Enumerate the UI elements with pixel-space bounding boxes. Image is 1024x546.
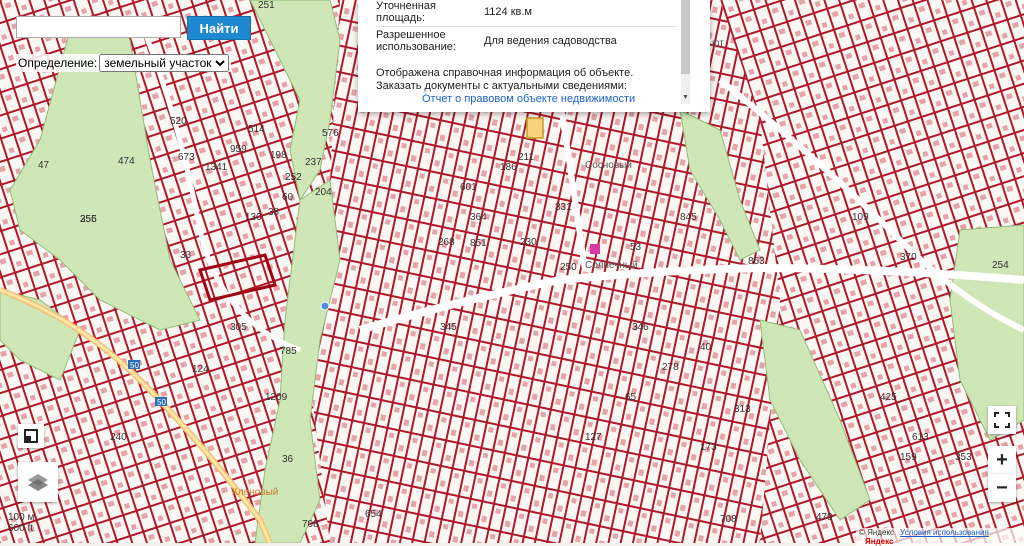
parcel-label: 230	[520, 237, 537, 248]
parcel-label: 40	[700, 342, 712, 353]
parcel-label: 254	[992, 260, 1009, 271]
parcel-label: 33	[180, 250, 192, 261]
area-value: 1124 кв.м	[484, 6, 532, 18]
parcel-label: 345	[440, 322, 457, 333]
scroll-down-arrow-icon[interactable]: ▼	[681, 92, 690, 104]
report-link[interactable]: Отчет о правовом объекте недвижимости	[422, 93, 676, 106]
popup-scroll-thumb[interactable]	[681, 0, 690, 74]
fullscreen-icon	[994, 412, 1010, 428]
selected-parcel	[526, 117, 544, 139]
usage-label: Разрешенное использование:	[376, 26, 484, 55]
parcel-label: 785	[280, 346, 297, 357]
place-label-klenovy: Кленовый	[232, 487, 278, 498]
parcel-label: 278	[662, 362, 679, 373]
copyright-text: © Яндекс	[859, 528, 895, 537]
definition-row: Определение: земельный участок	[16, 54, 232, 72]
parcel-label: 654	[365, 509, 382, 520]
parcel-label: 53	[630, 242, 642, 253]
terms-link[interactable]: Условия использования	[900, 528, 989, 537]
parcel-label: 1341	[205, 162, 228, 173]
road-label-1: 50	[130, 361, 139, 370]
parcel-label: 364	[470, 212, 487, 223]
parcel-label: 124	[192, 364, 209, 375]
object-info-popup: Уточненная площадь: 1124 кв.м Разрешенно…	[358, 0, 710, 112]
parcel-label: 313	[734, 404, 751, 415]
parcel-label: 60	[282, 192, 294, 203]
parcel-label: 240	[110, 432, 127, 443]
parcel-label: 576	[322, 128, 339, 139]
definition-label: Определение:	[18, 56, 98, 70]
parcel-label: 204	[315, 187, 332, 198]
search-input[interactable]	[16, 16, 181, 38]
parcel-label: 47	[38, 160, 50, 171]
popup-row-usage: Разрешенное использование: Для ведения с…	[376, 26, 676, 55]
poi-marker	[320, 301, 330, 311]
parcel-label: 36	[282, 454, 294, 465]
scale-bar: 100 м 600 ft	[8, 512, 34, 534]
info-line-1: Отображена справочная информация об объе…	[376, 67, 634, 79]
parcel-label: 38	[268, 207, 280, 218]
parcel-label: 252	[285, 172, 302, 183]
parcel-label: 863	[748, 256, 765, 267]
parcel-label: 331	[555, 202, 572, 213]
search-button[interactable]: Найти	[187, 16, 251, 40]
parcel-label: 109	[852, 212, 869, 223]
popup-table: Уточненная площадь: 1124 кв.м Разрешенно…	[376, 0, 676, 55]
parcel-label: 601	[460, 182, 477, 193]
parcel-label: 708	[302, 519, 319, 530]
fullscreen-button[interactable]	[988, 406, 1016, 434]
parcel-label: 353	[955, 452, 972, 463]
popup-scrollbar[interactable]: ▼	[681, 0, 690, 104]
parcel-label: 198	[270, 150, 287, 161]
info-line-2: Заказать документы с актуальными сведени…	[376, 80, 627, 92]
definition-select[interactable]: земельный участок	[99, 54, 230, 72]
parcel-label: 514	[248, 124, 265, 135]
ruler-icon	[24, 429, 38, 443]
parcel-label: 1209	[265, 392, 288, 403]
parcel-label: 159	[900, 452, 917, 463]
parcel-label: 708	[720, 514, 737, 525]
area-label: Уточненная площадь:	[376, 0, 436, 24]
scale-label-small: 100 м	[8, 512, 35, 523]
parcel-label: 673	[178, 152, 195, 163]
place-label-sosnovy: Сосновый	[585, 160, 632, 171]
poi-marker-pink	[590, 244, 600, 254]
scale-label-large: 600 ft	[8, 523, 34, 534]
parcel-label: 268	[438, 237, 455, 248]
parcel-label: 250	[560, 262, 577, 273]
parcel-label: 127	[585, 432, 602, 443]
parcel-label: 211	[518, 152, 534, 163]
popup-info-text: Отображена справочная информация об объе…	[376, 67, 676, 106]
parcel-label: 474	[118, 156, 135, 167]
parcel-label: 65	[625, 392, 637, 403]
parcel-label: 251	[258, 0, 275, 11]
parcel-label: 186	[500, 162, 517, 173]
parcel-label: 520	[170, 116, 187, 127]
parcel-label: 173	[700, 442, 717, 453]
top-hint-label: ют	[712, 38, 724, 49]
map-footer: © Яндекс Условия использования Яндекс	[856, 528, 1024, 546]
yandex-logo[interactable]: Яндекс	[865, 537, 893, 546]
zoom-in-button[interactable]: +	[988, 446, 1016, 474]
layers-button[interactable]	[18, 462, 58, 502]
layers-icon	[28, 474, 48, 491]
popup-row-area: Уточненная площадь: 1124 кв.м	[376, 0, 676, 27]
parcel-label: 479	[816, 512, 833, 523]
parcel-label: 851	[470, 238, 487, 249]
zoom-out-button[interactable]: −	[988, 474, 1016, 502]
usage-value: Для ведения садоводства	[484, 26, 676, 55]
parcel-label: 346	[632, 322, 649, 333]
parcel-label: 305	[230, 322, 247, 333]
place-label-solnechny: Солнечный	[585, 260, 638, 271]
road-label-2: 50	[157, 398, 166, 407]
ruler-button[interactable]	[18, 424, 44, 448]
parcel-label: 355	[80, 214, 97, 225]
parcel-label: 959	[230, 144, 247, 155]
parcel-label: 845	[680, 212, 697, 223]
parcel-label: 130	[245, 212, 262, 223]
parcel-label: 237	[305, 157, 322, 168]
parcel-label: 370	[900, 252, 917, 263]
parcel-label: 613	[912, 432, 929, 443]
parcel-label: 425	[880, 392, 897, 403]
